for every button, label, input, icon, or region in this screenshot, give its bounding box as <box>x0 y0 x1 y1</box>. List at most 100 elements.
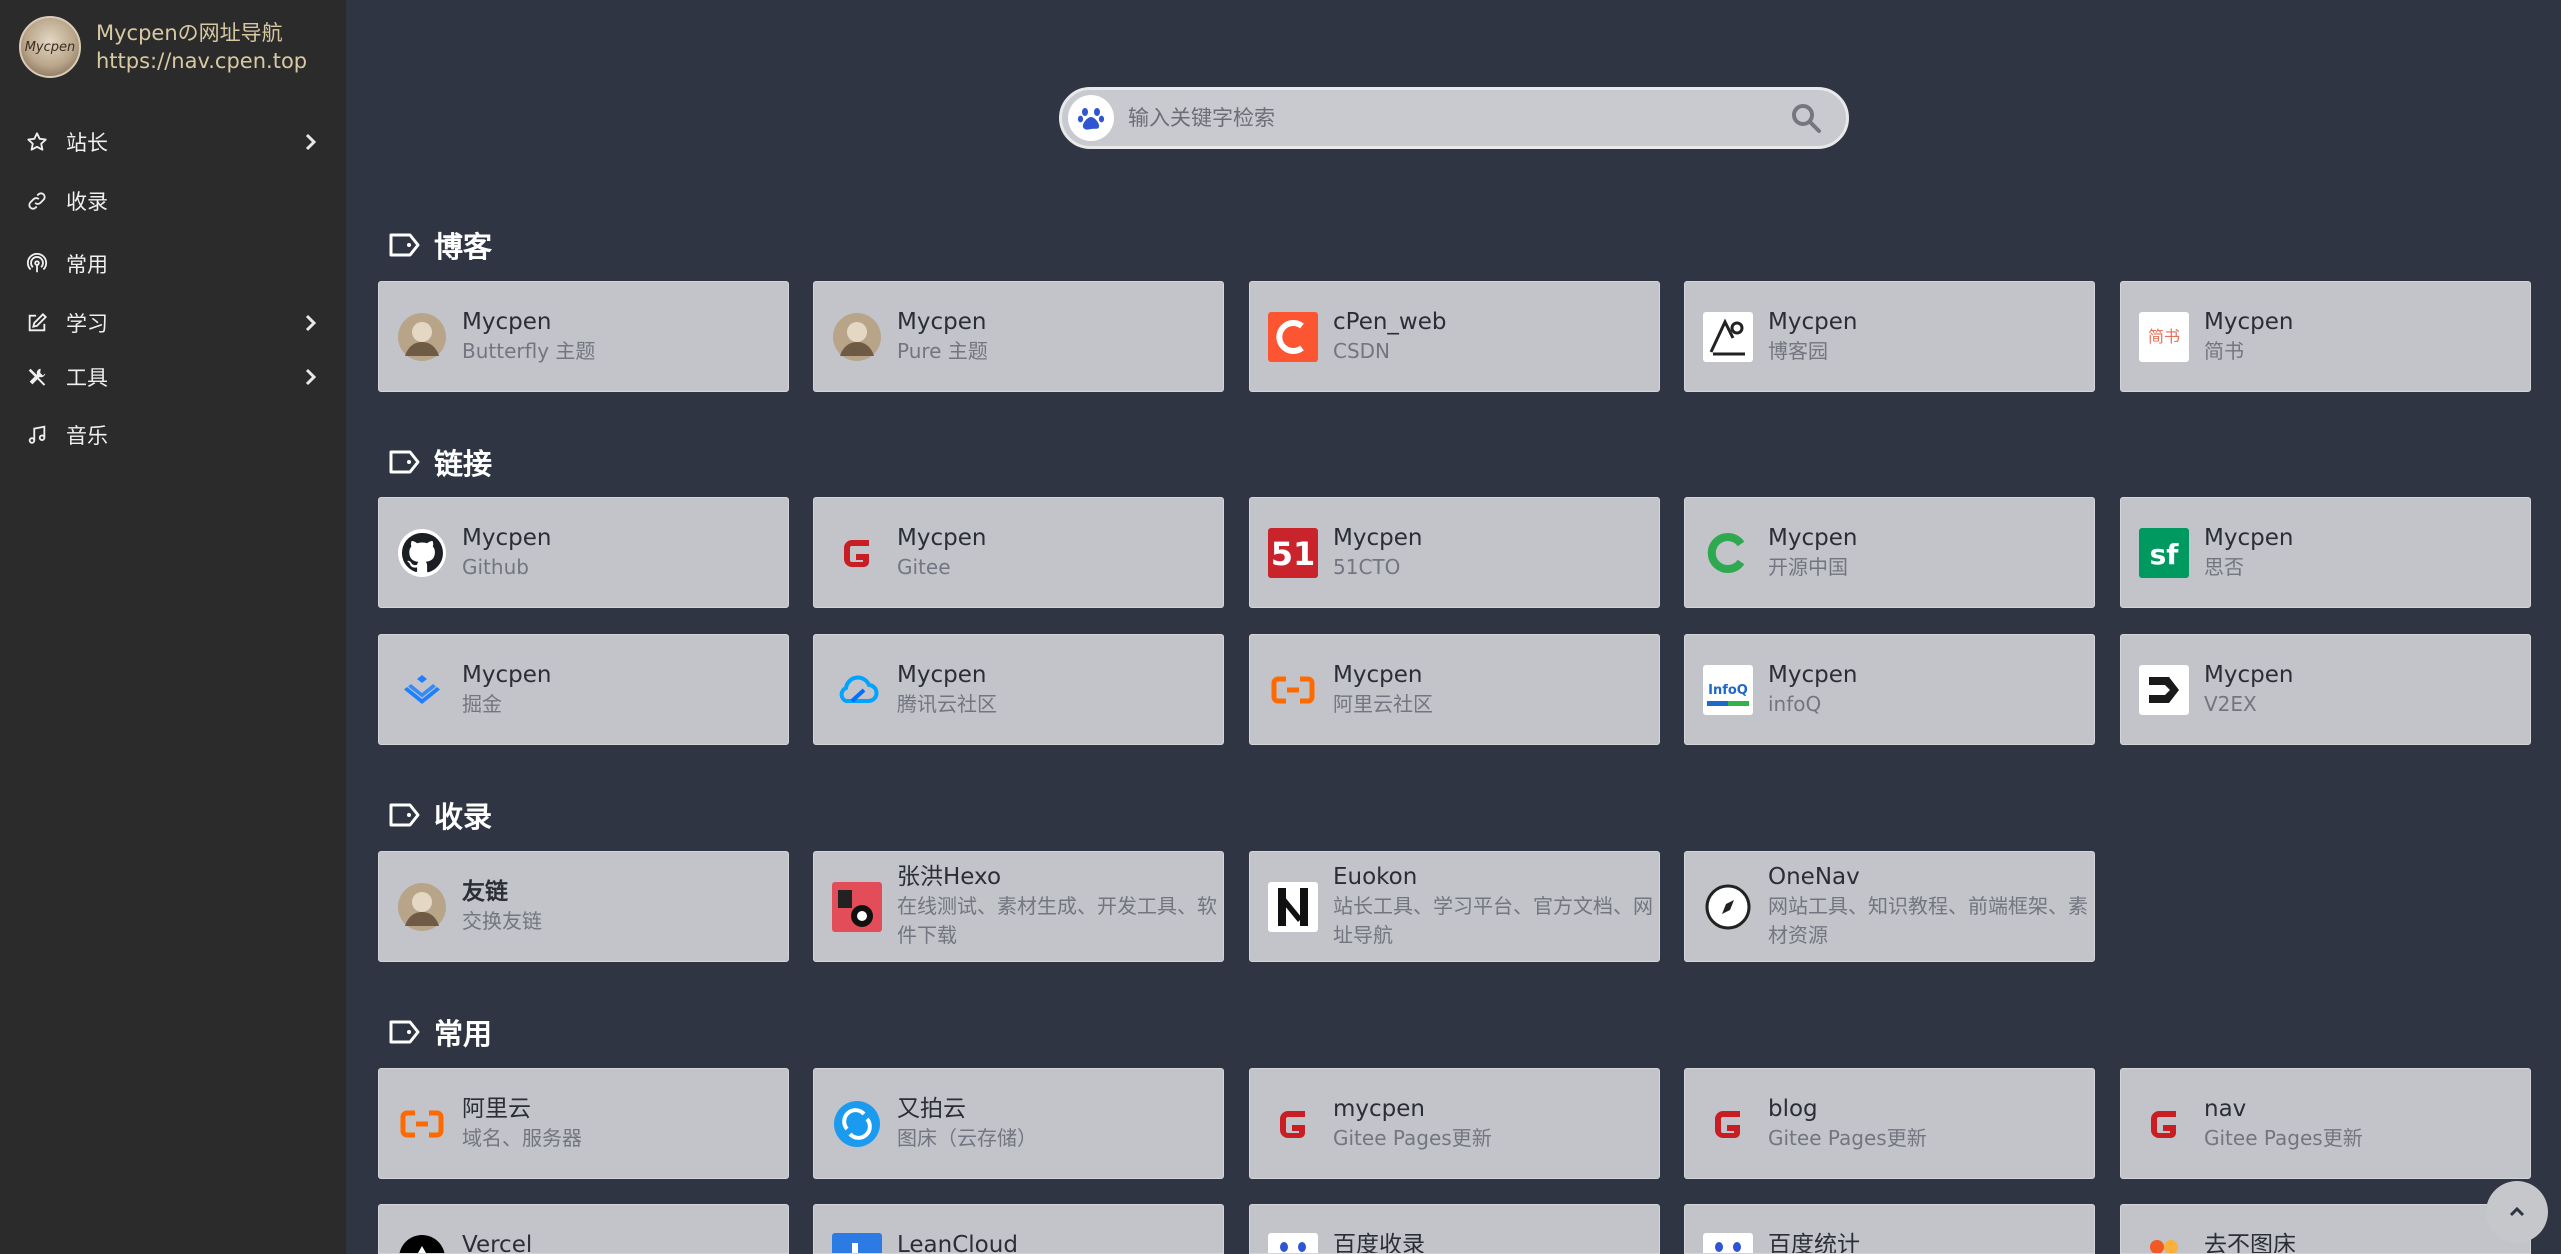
card-desc: Gitee Pages更新 <box>1333 1125 1492 1150</box>
card-desc: 图床（云存储） <box>897 1125 1037 1150</box>
oschina-icon <box>1703 528 1753 578</box>
tag-icon <box>389 803 420 827</box>
card-title: 张洪Hexo <box>897 864 1002 890</box>
site-card[interactable]: nav Gitee Pages更新 <box>2120 1068 2531 1179</box>
site-card[interactable]: Mycpen Gitee <box>813 497 1224 608</box>
site-card[interactable]: Mycpen 阿里云社区 <box>1249 634 1660 745</box>
card-desc: 简书 <box>2204 338 2244 363</box>
sidebar-item-收录[interactable]: 收录 <box>0 179 346 223</box>
card-title: Mycpen <box>1768 661 1858 688</box>
site-card[interactable]: cPen_web CSDN <box>1249 281 1660 392</box>
tencent-cloud-icon <box>832 665 882 715</box>
section-title-text: 链接 <box>434 447 493 481</box>
sidebar-item-工具[interactable]: 工具 <box>0 355 346 399</box>
card-desc: 掘金 <box>462 691 502 716</box>
sidebar-item-学习[interactable]: 学习 <box>0 301 346 345</box>
card-title: Mycpen <box>462 308 552 335</box>
gitee-icon <box>2139 1099 2189 1149</box>
card-title: LeanCloud <box>897 1232 1018 1254</box>
site-card[interactable]: 又拍云图床（云存储） <box>813 1068 1224 1179</box>
site-card[interactable]: 百度统计 <box>1684 1204 2095 1254</box>
card-title: Mycpen <box>1333 661 1423 688</box>
site-card[interactable]: blog Gitee Pages更新 <box>1684 1068 2095 1179</box>
card-title: Mycpen <box>462 661 552 688</box>
card-title: nav <box>2204 1095 2247 1122</box>
back-to-top-button[interactable] <box>2486 1181 2548 1243</box>
edit-icon <box>25 311 49 335</box>
chevron-up-icon <box>2509 1206 2525 1217</box>
card-desc: 开源中国 <box>1768 554 1848 579</box>
site-card[interactable]: Mycpen V2EX <box>2120 634 2531 745</box>
card-title: 又拍云 <box>897 1095 966 1122</box>
sidebar: Mycpen Mycpenの网址导航 https://nav.cpen.top … <box>0 0 346 1254</box>
site-card[interactable]: Mycpen 掘金 <box>378 634 789 745</box>
site-card[interactable]: 张洪Hexo 在线测试、素材生成、开发工具、软件下载 <box>813 851 1224 962</box>
leancloud-icon <box>832 1233 882 1253</box>
site-card[interactable]: Mycpen 开源中国 <box>1684 497 2095 608</box>
card-title: cPen_web <box>1333 308 1447 335</box>
card-title: 友链 <box>462 878 508 905</box>
site-card[interactable]: LeanCloud <box>813 1204 1224 1254</box>
github-icon <box>397 528 447 578</box>
zhanghong-hexo-icon <box>832 881 882 932</box>
infoq-icon: InfoQ <box>1703 664 1753 715</box>
sidebar-item-站长[interactable]: 站长 <box>0 120 346 164</box>
svg-text:简书: 简书 <box>2148 327 2180 346</box>
upyun-icon <box>832 1099 882 1149</box>
site-card[interactable]: 阿里云 域名、服务器 <box>378 1068 789 1179</box>
card-desc: infoQ <box>1768 691 1822 716</box>
segmentfault-icon: sf <box>2139 527 2189 578</box>
jianshu-icon: 简书 <box>2139 311 2189 362</box>
site-card[interactable]: Vercel <box>378 1204 789 1254</box>
avatar-icon <box>832 312 882 362</box>
card-title: 百度统计 <box>1768 1232 1860 1254</box>
card-title: mycpen <box>1333 1095 1425 1122</box>
site-card[interactable]: 友链 交换友链 <box>378 851 789 962</box>
chevron-right-icon <box>305 314 317 332</box>
site-card[interactable]: Mycpen 腾讯云社区 <box>813 634 1224 745</box>
site-card[interactable]: 去不图床 <box>2120 1204 2531 1254</box>
site-card[interactable]: Mycpen Butterfly 主题 <box>378 281 789 392</box>
sidebar-item-常用[interactable]: 常用 <box>0 242 346 286</box>
brand[interactable]: Mycpen Mycpenの网址导航 https://nav.cpen.top <box>19 16 307 78</box>
card-desc: Butterfly 主题 <box>462 338 596 363</box>
search-icon[interactable] <box>1788 100 1824 136</box>
sidebar-item-音乐[interactable]: 音乐 <box>0 413 346 457</box>
site-card[interactable]: 51 Mycpen 51CTO <box>1249 497 1660 608</box>
site-card[interactable]: 简书 Mycpen 简书 <box>2120 281 2531 392</box>
site-card[interactable]: Mycpen Github <box>378 497 789 608</box>
brand-name: Mycpenの网址导航 <box>96 21 283 45</box>
site-card[interactable]: 百度收录 <box>1249 1204 1660 1254</box>
cnblogs-icon <box>1703 311 1753 362</box>
svg-text:sf: sf <box>2150 538 2180 571</box>
site-card[interactable]: Mycpen 博客园 <box>1684 281 2095 392</box>
baidu-paw-icon[interactable] <box>1068 95 1114 141</box>
baidu-paw-icon <box>1703 1233 1753 1253</box>
site-card[interactable]: sf Mycpen 思否 <box>2120 497 2531 608</box>
brand-avatar-text: Mycpen <box>24 39 76 55</box>
music-icon <box>25 423 49 447</box>
site-card[interactable]: OneNav 网站工具、知识教程、前端框架、素材资源 <box>1684 851 2095 962</box>
search-bar <box>1059 87 1849 149</box>
card-desc: 域名、服务器 <box>462 1125 582 1150</box>
card-desc: Gitee Pages更新 <box>1768 1125 1927 1150</box>
card-desc: V2EX <box>2204 691 2257 716</box>
section-title-links: 链接 <box>388 441 492 483</box>
card-title: Euokon <box>1333 864 1418 890</box>
card-desc: Pure 主题 <box>897 338 988 363</box>
card-desc: Github <box>462 554 529 579</box>
section-title-text: 收录 <box>434 800 493 834</box>
site-card[interactable]: mycpen Gitee Pages更新 <box>1249 1068 1660 1179</box>
aliyun-icon <box>397 1099 447 1149</box>
section-title-text: 常用 <box>434 1017 493 1051</box>
card-title: Mycpen <box>1333 524 1423 551</box>
search-input[interactable] <box>1114 93 1788 143</box>
site-card[interactable]: Euokon 站长工具、学习平台、官方文档、网址导航 <box>1249 851 1660 962</box>
card-title: 去不图床 <box>2204 1232 2296 1254</box>
site-card[interactable]: InfoQ Mycpen infoQ <box>1684 634 2095 745</box>
v2ex-icon <box>2139 664 2189 715</box>
site-card[interactable]: Mycpen Pure 主题 <box>813 281 1224 392</box>
card-title: Mycpen <box>1768 524 1858 551</box>
card-title: Mycpen <box>462 524 552 551</box>
svg-text:InfoQ: InfoQ <box>1708 683 1748 698</box>
